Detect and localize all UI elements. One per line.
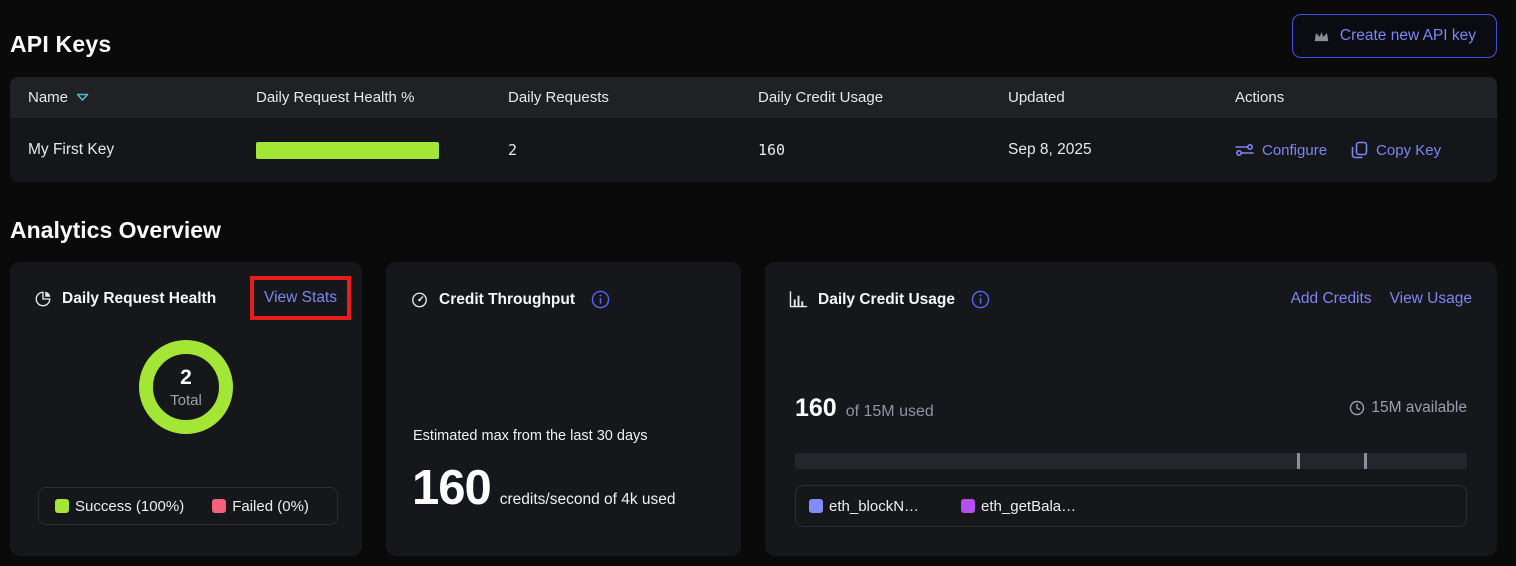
api-keys-table: Name Daily Request Health % Daily Reques… [10,77,1497,182]
usage-legend: eth_blockN… eth_getBala… [795,485,1467,527]
card-title-credit-throughput: Credit Throughput [439,291,575,309]
donut-total-value: 2 [180,366,192,390]
annotation-highlight-box: View Stats [250,276,351,320]
legend-eth-getbalance-label: eth_getBala… [981,498,1076,515]
column-header-credit-usage: Daily Credit Usage [758,89,1008,106]
sort-descending-icon [76,93,89,102]
health-progress-bar [256,142,439,159]
pie-chart-icon [34,290,52,308]
view-stats-link[interactable]: View Stats [264,289,337,306]
gauge-icon [410,291,429,309]
eth-getbalance-swatch [961,499,975,513]
usage-bar-tick [1297,453,1300,469]
legend-item-eth-getbalance: eth_getBala… [961,498,1076,515]
bar-chart-icon [789,291,808,308]
page-title: API Keys [10,31,111,58]
crown-icon [1313,29,1330,44]
throughput-unit: credits/second of 4k used [500,491,676,509]
column-header-updated: Updated [1008,89,1235,106]
daily-requests-cell: 2 [508,141,758,159]
legend-failed-label: Failed (0%) [232,498,309,515]
sliders-icon [1235,143,1254,157]
health-bar-cell [256,142,508,159]
request-health-donut-chart: 2 Total [139,340,233,434]
throughput-subtitle: Estimated max from the last 30 days [413,428,648,444]
daily-request-health-card: Daily Request Health View Stats 2 Total … [10,262,362,556]
actions-cell: Configure Copy Key [1235,141,1497,159]
daily-credit-usage-cell: 160 [758,141,1008,159]
daily-credit-usage-card: Daily Credit Usage Add Credits View Usag… [765,262,1497,556]
copy-key-button[interactable]: Copy Key [1351,141,1441,159]
credit-throughput-card: Credit Throughput Estimated max from the… [386,262,741,556]
info-icon[interactable] [591,290,610,309]
column-header-name-label: Name [28,89,68,106]
legend-item-failed: Failed (0%) [212,498,309,515]
analytics-overview-title: Analytics Overview [10,217,221,244]
card-title-daily-request-health: Daily Request Health [62,290,216,308]
configure-button[interactable]: Configure [1235,142,1327,159]
table-header-row: Name Daily Request Health % Daily Reques… [10,77,1497,118]
column-header-name[interactable]: Name [28,89,256,106]
copy-icon [1351,141,1368,159]
copy-key-label: Copy Key [1376,142,1441,159]
donut-total-label: Total [170,392,202,409]
create-api-key-label: Create new API key [1340,27,1476,45]
card-title-daily-credit-usage: Daily Credit Usage [818,291,955,309]
info-icon[interactable] [971,290,990,309]
legend-item-success: Success (100%) [55,498,184,515]
clock-icon [1349,400,1365,416]
success-swatch [55,499,69,513]
legend-item-eth-blocknumber: eth_blockN… [809,498,919,515]
credits-used-value: 160 [795,394,837,423]
updated-cell: Sep 8, 2025 [1008,141,1235,159]
credits-available-label: 15M available [1371,399,1467,417]
legend-eth-blocknumber-label: eth_blockN… [829,498,919,515]
view-usage-link[interactable]: View Usage [1390,290,1472,308]
eth-blocknumber-swatch [809,499,823,513]
usage-bar-tick [1364,453,1367,469]
usage-stats-row: 160 of 15M used 15M available [795,394,1467,423]
credit-usage-progress-bar [795,453,1467,469]
configure-label: Configure [1262,142,1327,159]
health-legend: Success (100%) Failed (0%) [38,487,338,525]
column-header-actions: Actions [1235,89,1497,106]
throughput-value: 160 [412,460,491,516]
create-api-key-button[interactable]: Create new API key [1292,14,1497,58]
column-header-requests: Daily Requests [508,89,758,106]
credits-used-suffix: of 15M used [846,403,934,421]
key-name-cell: My First Key [28,141,256,159]
add-credits-link[interactable]: Add Credits [1291,290,1372,308]
failed-swatch [212,499,226,513]
throughput-value-row: 160 credits/second of 4k used [412,460,676,516]
table-row[interactable]: My First Key 2 160 Sep 8, 2025 Configure [10,118,1497,182]
legend-success-label: Success (100%) [75,498,184,515]
column-header-health: Daily Request Health % [256,89,508,106]
